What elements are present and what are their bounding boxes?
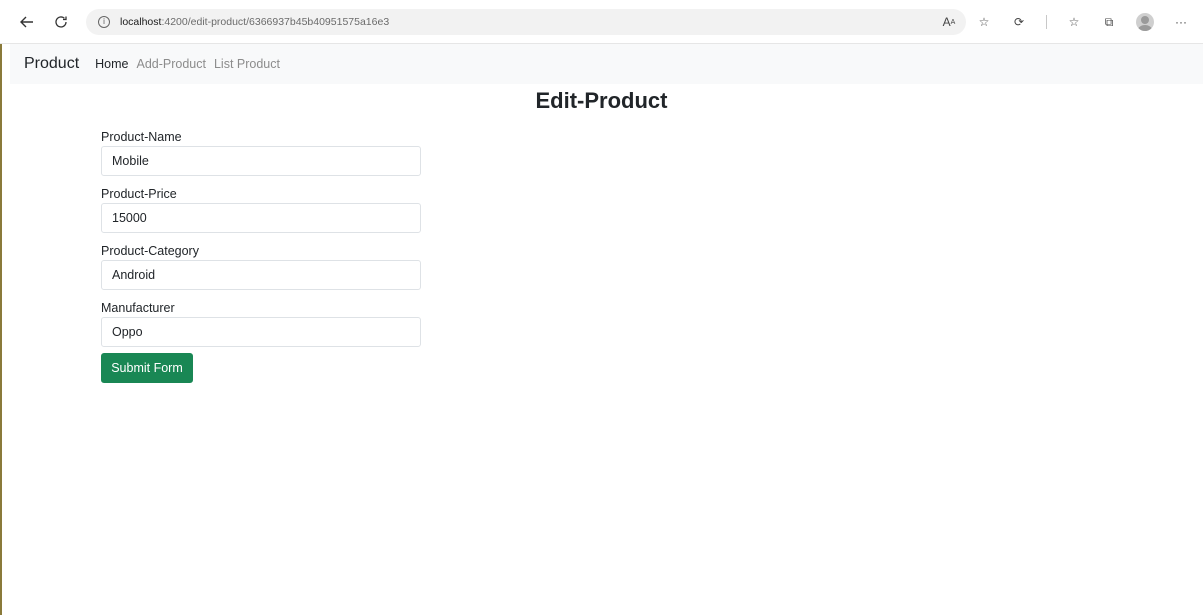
read-aloud-icon[interactable]: AA xyxy=(941,14,957,30)
manufacturer-group: Manufacturer Oppo xyxy=(101,299,421,347)
edit-product-form: Product-Name Mobile Product-Price 15000 … xyxy=(101,128,421,356)
product-price-input[interactable]: 15000 xyxy=(101,203,421,233)
product-price-label: Product-Price xyxy=(101,187,177,201)
profile-avatar[interactable] xyxy=(1136,13,1154,31)
nav-link-home[interactable]: Home xyxy=(95,57,128,71)
extensions-icon[interactable]: ⟳ xyxy=(1011,14,1027,30)
product-category-input[interactable]: Android xyxy=(101,260,421,290)
nav-link-add-product[interactable]: Add-Product xyxy=(136,57,205,71)
add-favorite-icon[interactable]: ☆ xyxy=(976,14,992,30)
product-category-group: Product-Category Android xyxy=(101,242,421,290)
favorites-icon[interactable]: ☆ xyxy=(1066,14,1082,30)
url-host: localhost xyxy=(120,16,162,28)
manufacturer-label: Manufacturer xyxy=(101,301,175,315)
collections-icon[interactable]: ⧉ xyxy=(1101,14,1117,30)
site-info-icon[interactable]: i xyxy=(98,16,110,28)
product-name-label: Product-Name xyxy=(101,130,182,144)
refresh-icon[interactable] xyxy=(50,11,72,33)
product-price-group: Product-Price 15000 xyxy=(101,185,421,233)
address-bar[interactable]: i localhost:4200/edit-product/6366937b45… xyxy=(86,9,966,35)
app-navbar: Product Home Add-Product List Product xyxy=(10,44,1203,84)
page-title: Edit-Product xyxy=(535,88,668,113)
product-name-group: Product-Name Mobile xyxy=(101,128,421,176)
toolbar-divider xyxy=(1046,15,1047,29)
product-name-input[interactable]: Mobile xyxy=(101,146,421,176)
url-path: :4200/edit-product/6366937b45b40951575a1… xyxy=(161,16,390,28)
back-icon[interactable] xyxy=(16,11,38,33)
submit-form-button[interactable]: Submit Form xyxy=(101,353,193,383)
product-category-label: Product-Category xyxy=(101,244,199,258)
browser-actions: AA ☆ ⟳ ☆ ⧉ ··· xyxy=(941,11,1189,33)
manufacturer-input[interactable]: Oppo xyxy=(101,317,421,347)
navbar-brand[interactable]: Product xyxy=(24,55,79,73)
more-icon[interactable]: ··· xyxy=(1173,14,1189,30)
nav-link-list-product[interactable]: List Product xyxy=(214,57,280,71)
browser-toolbar: i localhost:4200/edit-product/6366937b45… xyxy=(0,0,1203,44)
